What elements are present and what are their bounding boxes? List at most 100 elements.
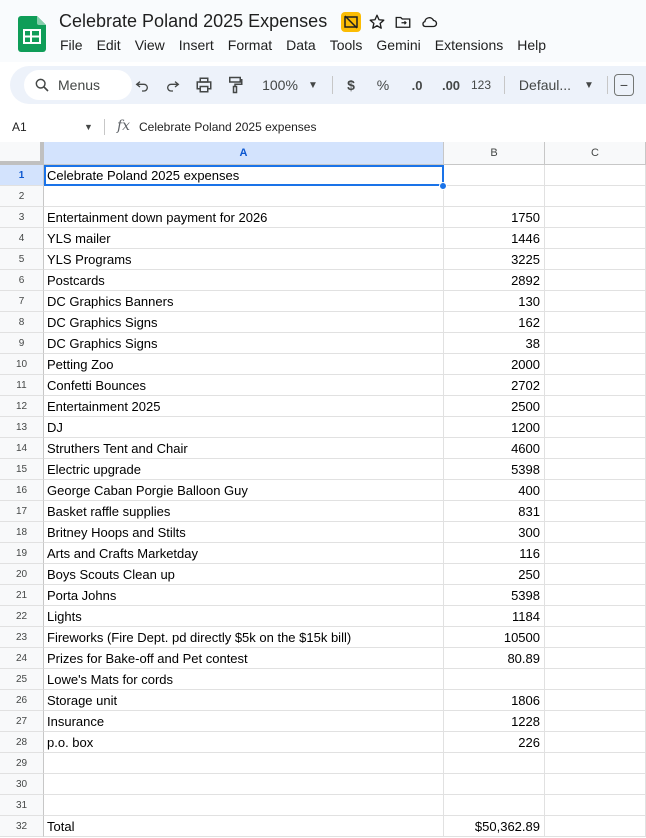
cell-b[interactable]: 1184 [444, 606, 545, 627]
cell-c[interactable] [545, 375, 646, 396]
cell-b[interactable]: 4600 [444, 438, 545, 459]
cell-a[interactable]: Basket raffle supplies [44, 501, 444, 522]
cell-a[interactable]: DC Graphics Signs [44, 333, 444, 354]
cloud-status-icon[interactable] [419, 12, 439, 32]
cell-c[interactable] [545, 459, 646, 480]
cell-b[interactable]: 38 [444, 333, 545, 354]
cell-c[interactable] [545, 207, 646, 228]
row-header[interactable]: 24 [0, 648, 44, 669]
column-header-b[interactable]: B [444, 142, 545, 165]
cell-a[interactable]: Prizes for Bake-off and Pet contest [44, 648, 444, 669]
row-header[interactable]: 11 [0, 375, 44, 396]
menu-edit[interactable]: Edit [97, 37, 121, 53]
row-header[interactable]: 5 [0, 249, 44, 270]
cell-a[interactable]: Boys Scouts Clean up [44, 564, 444, 585]
cell-c[interactable] [545, 606, 646, 627]
cell-b[interactable]: 116 [444, 543, 545, 564]
row-header[interactable]: 26 [0, 690, 44, 711]
row-header[interactable]: 12 [0, 396, 44, 417]
cell-c[interactable] [545, 669, 646, 690]
increase-decimal-button[interactable]: .00 [438, 75, 464, 95]
row-header[interactable]: 20 [0, 564, 44, 585]
row-header[interactable]: 30 [0, 774, 44, 795]
row-header[interactable]: 9 [0, 333, 44, 354]
row-header[interactable]: 8 [0, 312, 44, 333]
cell-b[interactable]: 226 [444, 732, 545, 753]
fill-handle[interactable] [439, 182, 447, 190]
cell-a[interactable] [44, 753, 444, 774]
currency-format-button[interactable]: $ [344, 75, 358, 95]
cell-b[interactable]: 1446 [444, 228, 545, 249]
no-access-icon[interactable] [341, 12, 361, 32]
cell-a[interactable]: Storage unit [44, 690, 444, 711]
cell-a[interactable]: Porta Johns [44, 585, 444, 606]
cell-a[interactable] [44, 186, 444, 207]
percent-format-button[interactable]: % [374, 75, 392, 95]
row-header[interactable]: 6 [0, 270, 44, 291]
cell-c[interactable] [545, 795, 646, 816]
cell-c[interactable] [545, 333, 646, 354]
row-header[interactable]: 3 [0, 207, 44, 228]
cell-c[interactable] [545, 354, 646, 375]
cell-c[interactable] [545, 522, 646, 543]
cell-c[interactable] [545, 249, 646, 270]
cell-c[interactable] [545, 690, 646, 711]
row-header[interactable]: 13 [0, 417, 44, 438]
row-header[interactable]: 19 [0, 543, 44, 564]
row-header[interactable]: 2 [0, 186, 44, 207]
cell-c[interactable] [545, 291, 646, 312]
menu-help[interactable]: Help [517, 37, 546, 53]
cell-c[interactable] [545, 564, 646, 585]
row-header[interactable]: 27 [0, 711, 44, 732]
name-box[interactable]: A1 [12, 120, 27, 134]
menu-gemini[interactable]: Gemini [376, 37, 420, 53]
cell-b[interactable]: 80.89 [444, 648, 545, 669]
row-header[interactable]: 25 [0, 669, 44, 690]
row-header[interactable]: 7 [0, 291, 44, 312]
search-menus-button[interactable]: Menus [24, 70, 132, 100]
paint-format-icon[interactable] [225, 75, 245, 95]
move-folder-icon[interactable] [393, 12, 413, 32]
cell-c[interactable] [545, 732, 646, 753]
select-all-corner[interactable] [0, 142, 44, 165]
cell-a[interactable]: Arts and Crafts Marketday [44, 543, 444, 564]
menu-format[interactable]: Format [228, 37, 272, 53]
cell-a[interactable]: Celebrate Poland 2025 expenses [44, 165, 444, 186]
document-title[interactable]: Celebrate Poland 2025 Expenses [59, 11, 327, 32]
row-header[interactable]: 18 [0, 522, 44, 543]
cell-c[interactable] [545, 774, 646, 795]
cell-a[interactable]: Entertainment 2025 [44, 396, 444, 417]
row-header[interactable]: 16 [0, 480, 44, 501]
number-format-button[interactable]: 123 [470, 75, 492, 95]
cell-c[interactable] [545, 501, 646, 522]
cell-b[interactable]: 1750 [444, 207, 545, 228]
star-icon[interactable] [367, 12, 387, 32]
row-header[interactable]: 22 [0, 606, 44, 627]
chevron-down-icon[interactable]: ▼ [84, 122, 93, 132]
cell-c[interactable] [545, 753, 646, 774]
sheets-logo-icon[interactable] [18, 16, 46, 52]
chevron-down-icon[interactable]: ▼ [307, 75, 319, 95]
row-header[interactable]: 23 [0, 627, 44, 648]
cell-a[interactable]: Total [44, 816, 444, 837]
cell-c[interactable] [545, 165, 646, 186]
cell-b[interactable] [444, 669, 545, 690]
cell-a[interactable] [44, 774, 444, 795]
menu-data[interactable]: Data [286, 37, 316, 53]
cell-a[interactable]: Petting Zoo [44, 354, 444, 375]
font-select[interactable]: Defaul... [516, 75, 574, 95]
cell-b[interactable]: 5398 [444, 585, 545, 606]
cell-c[interactable] [545, 438, 646, 459]
cell-c[interactable] [545, 417, 646, 438]
decrease-decimal-button[interactable]: .0 [406, 75, 428, 95]
cell-b[interactable]: 2702 [444, 375, 545, 396]
cell-b[interactable]: 2892 [444, 270, 545, 291]
cell-b[interactable] [444, 753, 545, 774]
cell-c[interactable] [545, 627, 646, 648]
row-header[interactable]: 29 [0, 753, 44, 774]
cell-a[interactable]: Confetti Bounces [44, 375, 444, 396]
cell-b[interactable]: 1200 [444, 417, 545, 438]
cell-c[interactable] [545, 396, 646, 417]
row-header[interactable]: 1 [0, 165, 44, 186]
cell-a[interactable]: Lowe's Mats for cords [44, 669, 444, 690]
